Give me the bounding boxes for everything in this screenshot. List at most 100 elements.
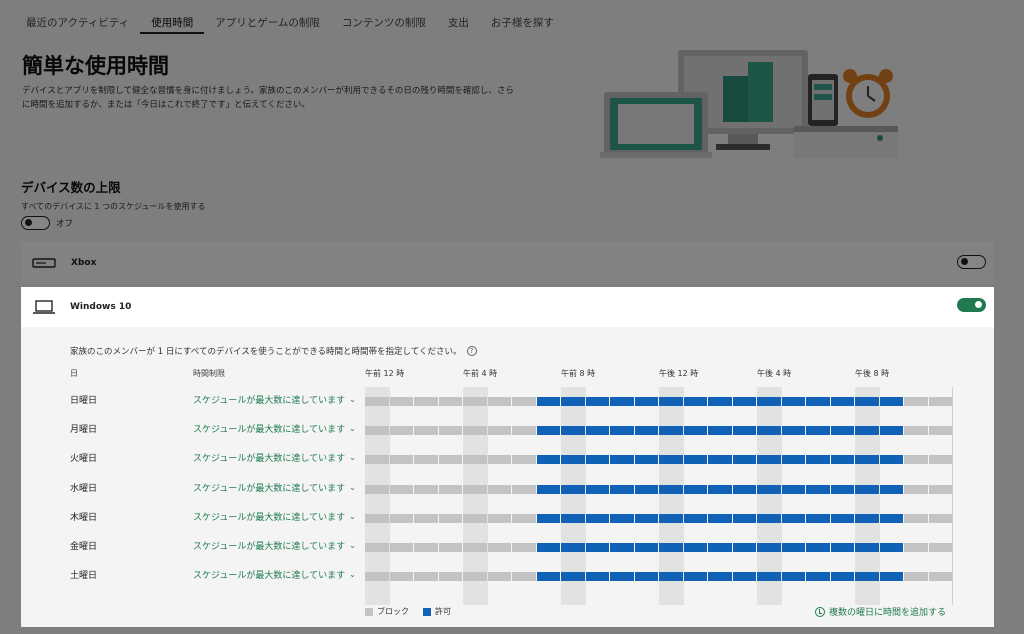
allowed-hour-segment[interactable] <box>659 397 683 406</box>
blocked-hour-segment[interactable] <box>365 426 389 436</box>
allowed-hour-segment[interactable] <box>879 455 903 465</box>
blocked-hour-segment[interactable] <box>389 455 413 465</box>
allowed-hour-segment[interactable] <box>659 572 683 582</box>
allowed-hour-segment[interactable] <box>634 426 658 436</box>
allowed-hour-segment[interactable] <box>610 426 634 436</box>
help-icon[interactable]: ? <box>466 346 477 356</box>
allowed-hour-segment[interactable] <box>536 397 560 406</box>
allowed-hour-segment[interactable] <box>659 426 683 436</box>
blocked-hour-segment[interactable] <box>463 455 487 465</box>
day-schedule-bar[interactable] <box>365 484 953 494</box>
allowed-hour-segment[interactable] <box>683 484 707 494</box>
allowed-hour-segment[interactable] <box>610 513 634 523</box>
allowed-hour-segment[interactable] <box>585 484 609 494</box>
blocked-hour-segment[interactable] <box>512 572 536 582</box>
day-schedule-bar[interactable] <box>365 455 953 465</box>
blocked-hour-segment[interactable] <box>904 572 928 582</box>
blocked-hour-segment[interactable] <box>365 484 389 494</box>
allowed-hour-segment[interactable] <box>855 484 879 494</box>
allowed-hour-segment[interactable] <box>683 455 707 465</box>
blocked-hour-segment[interactable] <box>414 572 438 582</box>
blocked-hour-segment[interactable] <box>928 513 952 523</box>
allowed-hour-segment[interactable] <box>708 455 732 465</box>
allowed-hour-segment[interactable] <box>757 397 781 406</box>
blocked-hour-segment[interactable] <box>463 397 487 406</box>
blocked-hour-segment[interactable] <box>365 397 389 406</box>
allowed-hour-segment[interactable] <box>855 426 879 436</box>
time-limit-dropdown[interactable]: スケジュールが最大数に達しています ⌄ <box>193 393 356 406</box>
blocked-hour-segment[interactable] <box>487 484 511 494</box>
allowed-hour-segment[interactable] <box>708 572 732 582</box>
allowed-hour-segment[interactable] <box>585 572 609 582</box>
allowed-hour-segment[interactable] <box>610 455 634 465</box>
schedule-timeline[interactable]: 午前 12 時 午前 4 時 午前 8 時 午後 12 時 午後 4 時 午後 8 時 <box>365 367 955 617</box>
blocked-hour-segment[interactable] <box>389 484 413 494</box>
allowed-hour-segment[interactable] <box>610 543 634 552</box>
blocked-hour-segment[interactable] <box>463 572 487 582</box>
allowed-hour-segment[interactable] <box>585 455 609 465</box>
blocked-hour-segment[interactable] <box>487 543 511 552</box>
blocked-hour-segment[interactable] <box>463 484 487 494</box>
blocked-hour-segment[interactable] <box>414 455 438 465</box>
blocked-hour-segment[interactable] <box>365 455 389 465</box>
time-limit-dropdown[interactable]: スケジュールが最大数に達しています ⌄ <box>193 451 356 464</box>
blocked-hour-segment[interactable] <box>438 513 462 523</box>
allowed-hour-segment[interactable] <box>561 426 585 436</box>
allowed-hour-segment[interactable] <box>855 513 879 523</box>
all-devices-toggle[interactable] <box>21 216 50 230</box>
allowed-hour-segment[interactable] <box>708 397 732 406</box>
allowed-hour-segment[interactable] <box>879 572 903 582</box>
allowed-hour-segment[interactable] <box>634 397 658 406</box>
allowed-hour-segment[interactable] <box>561 572 585 582</box>
time-limit-dropdown[interactable]: スケジュールが最大数に達しています ⌄ <box>193 422 356 435</box>
allowed-hour-segment[interactable] <box>585 397 609 406</box>
allowed-hour-segment[interactable] <box>561 513 585 523</box>
allowed-hour-segment[interactable] <box>781 426 805 436</box>
allowed-hour-segment[interactable] <box>879 543 903 552</box>
allowed-hour-segment[interactable] <box>536 513 560 523</box>
allowed-hour-segment[interactable] <box>659 543 683 552</box>
blocked-hour-segment[interactable] <box>389 572 413 582</box>
allowed-hour-segment[interactable] <box>732 484 756 494</box>
day-schedule-bar[interactable] <box>365 426 953 436</box>
allowed-hour-segment[interactable] <box>732 455 756 465</box>
day-schedule-bar[interactable] <box>365 543 953 552</box>
allowed-hour-segment[interactable] <box>757 426 781 436</box>
allowed-hour-segment[interactable] <box>732 543 756 552</box>
allowed-hour-segment[interactable] <box>634 455 658 465</box>
device-row-windows[interactable]: Windows 10 <box>21 287 994 327</box>
blocked-hour-segment[interactable] <box>414 426 438 436</box>
allowed-hour-segment[interactable] <box>585 513 609 523</box>
tab-spending[interactable]: 支出 <box>437 16 480 34</box>
blocked-hour-segment[interactable] <box>414 484 438 494</box>
allowed-hour-segment[interactable] <box>536 426 560 436</box>
add-time-multiple-days-link[interactable]: 複数の曜日に時間を追加する <box>814 605 946 618</box>
blocked-hour-segment[interactable] <box>487 426 511 436</box>
day-schedule-bar[interactable] <box>365 513 953 523</box>
blocked-hour-segment[interactable] <box>414 397 438 406</box>
allowed-hour-segment[interactable] <box>781 484 805 494</box>
allowed-hour-segment[interactable] <box>732 513 756 523</box>
allowed-hour-segment[interactable] <box>806 397 830 406</box>
blocked-hour-segment[interactable] <box>438 455 462 465</box>
allowed-hour-segment[interactable] <box>732 572 756 582</box>
allowed-hour-segment[interactable] <box>610 484 634 494</box>
blocked-hour-segment[interactable] <box>904 513 928 523</box>
xbox-toggle[interactable] <box>957 255 986 269</box>
allowed-hour-segment[interactable] <box>806 484 830 494</box>
blocked-hour-segment[interactable] <box>928 572 952 582</box>
blocked-hour-segment[interactable] <box>904 484 928 494</box>
day-schedule-bar[interactable] <box>365 572 953 582</box>
allowed-hour-segment[interactable] <box>879 397 903 406</box>
allowed-hour-segment[interactable] <box>659 484 683 494</box>
allowed-hour-segment[interactable] <box>757 484 781 494</box>
blocked-hour-segment[interactable] <box>487 397 511 406</box>
allowed-hour-segment[interactable] <box>683 513 707 523</box>
blocked-hour-segment[interactable] <box>389 543 413 552</box>
allowed-hour-segment[interactable] <box>708 513 732 523</box>
allowed-hour-segment[interactable] <box>732 426 756 436</box>
allowed-hour-segment[interactable] <box>757 513 781 523</box>
tab-recent-activity[interactable]: 最近のアクティビティ <box>24 16 140 34</box>
allowed-hour-segment[interactable] <box>659 455 683 465</box>
blocked-hour-segment[interactable] <box>438 572 462 582</box>
